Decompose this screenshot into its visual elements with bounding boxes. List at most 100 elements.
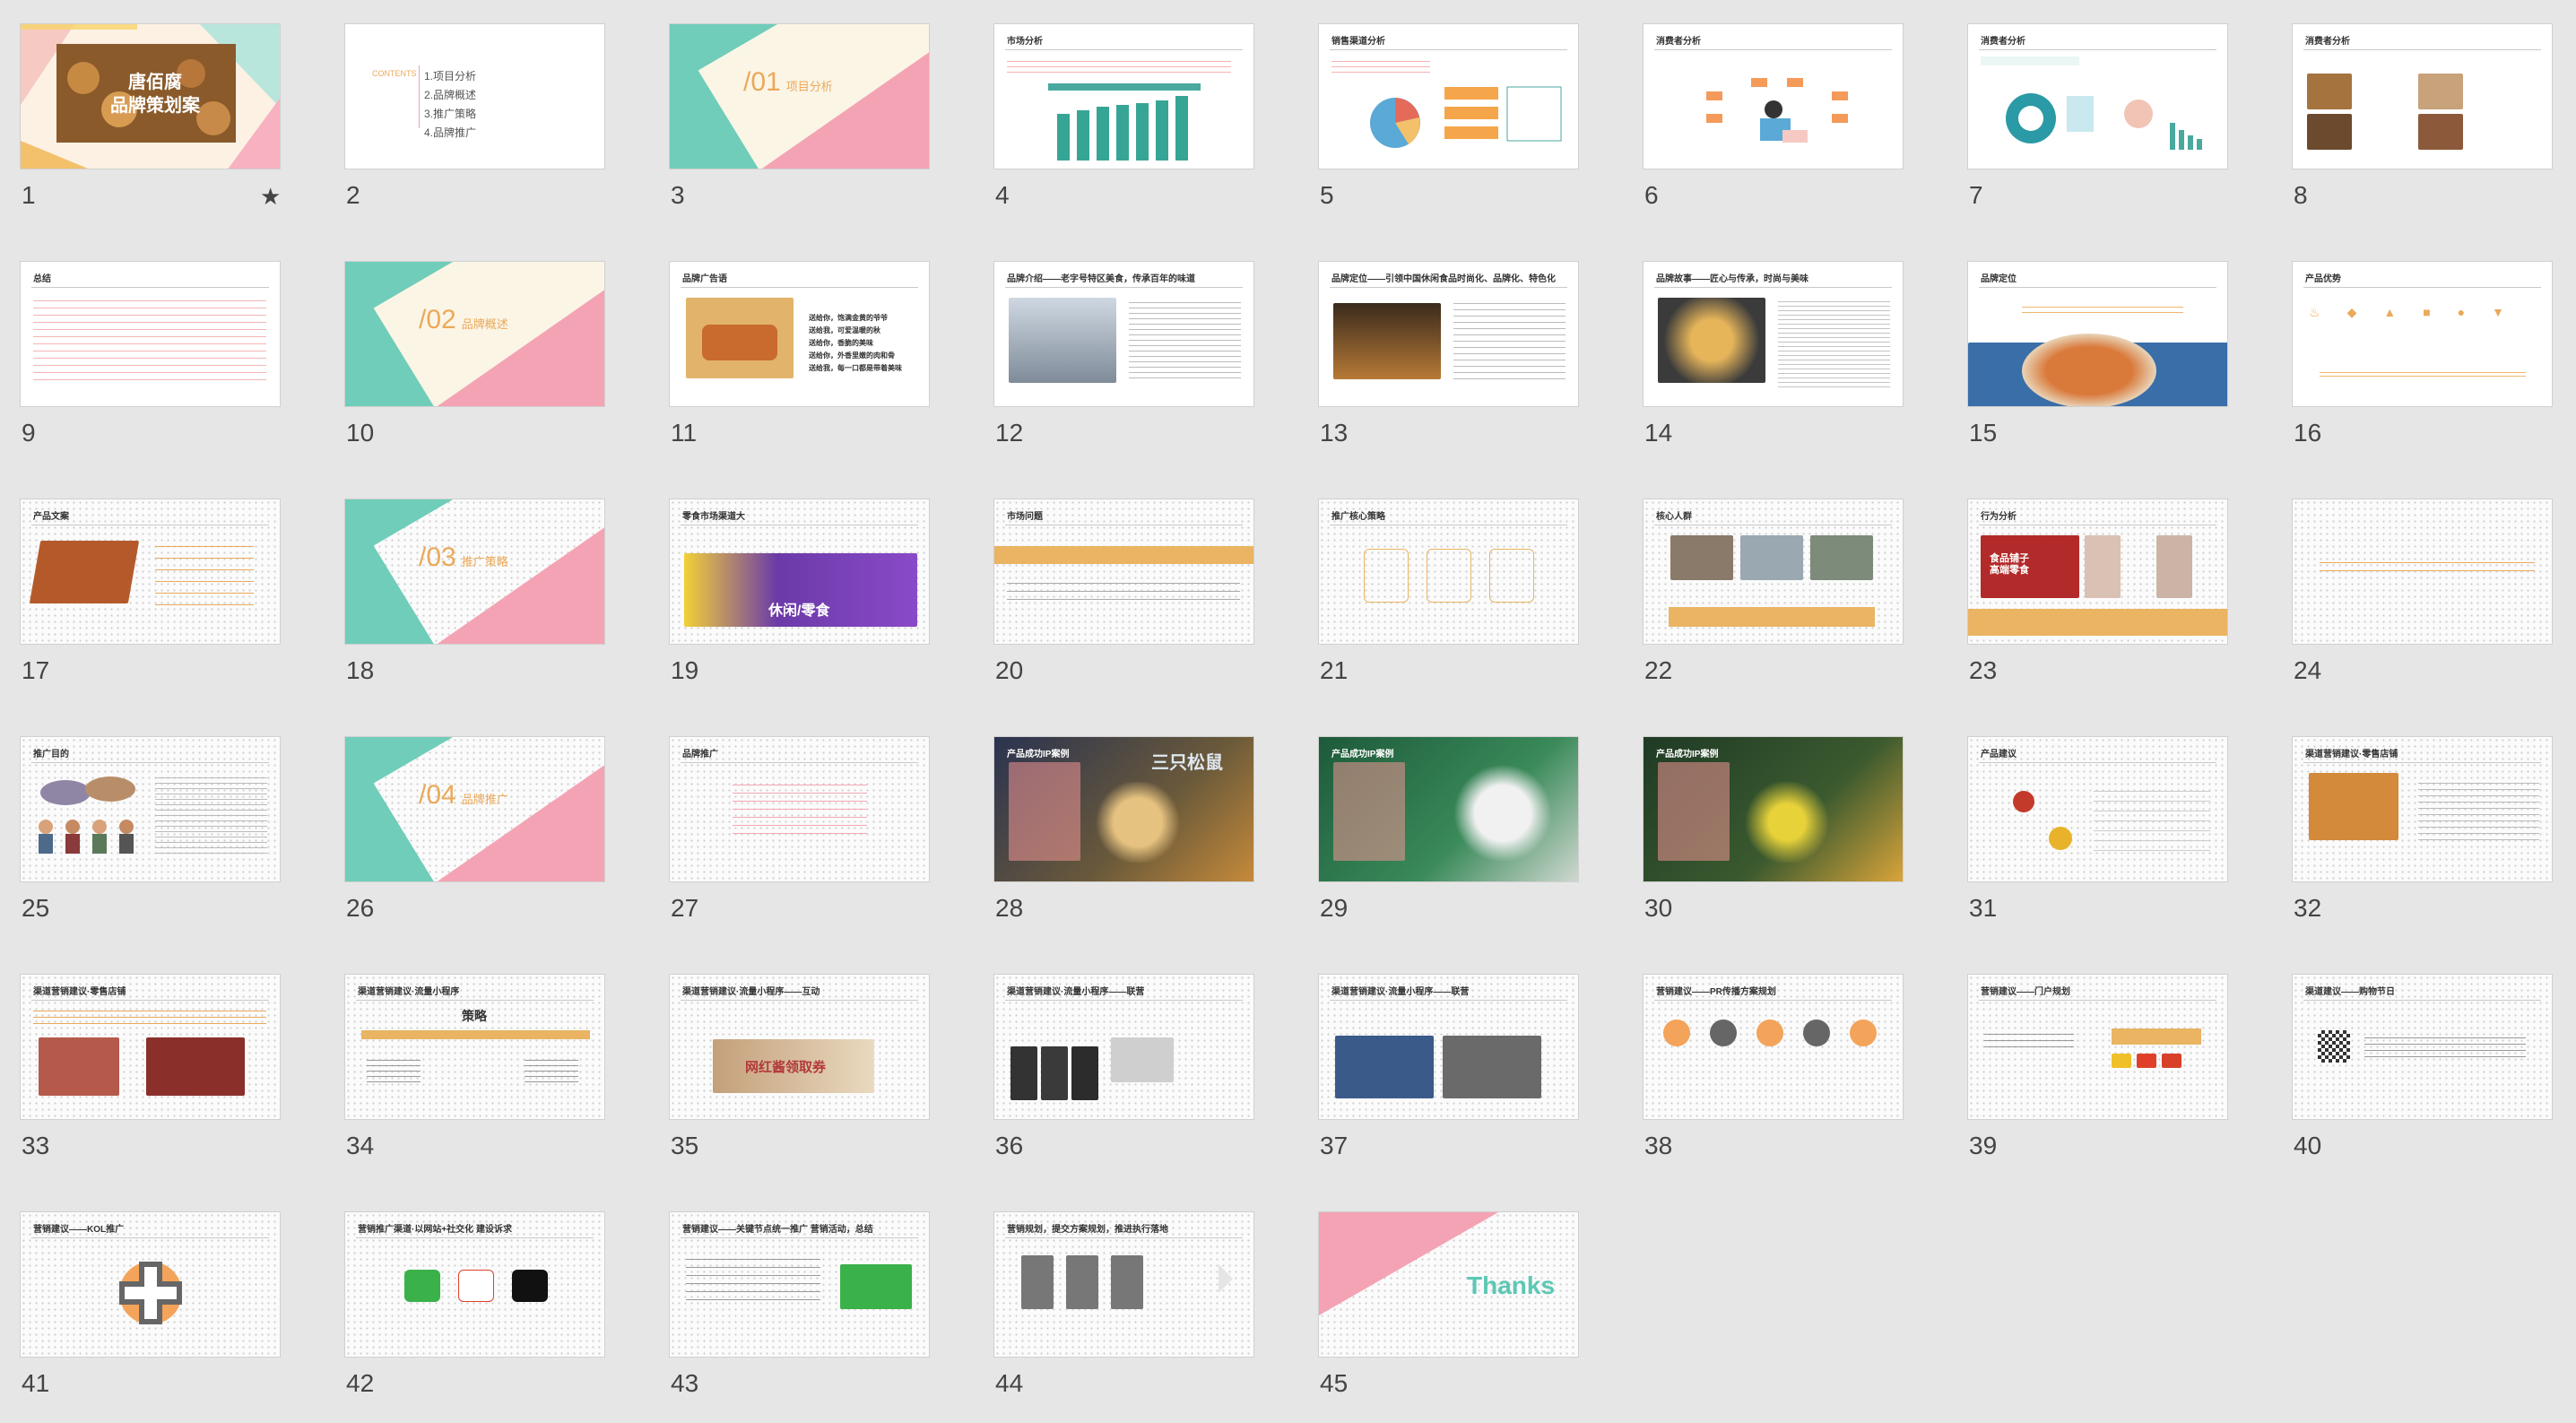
slide-thumbnail-15[interactable]: 品牌定位 [1967,261,2228,407]
slide-thumbnail-45[interactable]: Thanks [1318,1211,1579,1358]
contents-item: 2.品牌概述 [424,89,477,101]
slide-thumbnail-21[interactable]: 推广核心策略 [1318,499,1579,645]
slide-thumbnail-27[interactable]: 品牌推广 [669,736,930,882]
slide-cell-38[interactable]: 营销建议——PR传播方案规划 38 [1623,950,1904,1159]
slide-thumbnail-16[interactable]: 产品优势 ♨ ◆ ▲ ■ ● ▼ [2292,261,2553,407]
slide-cell-29[interactable]: 产品成功IP案例 29 [1298,713,1579,922]
slide-thumbnail-41[interactable]: 营销建议——KOL推广 [20,1211,281,1358]
slide-cell-12[interactable]: 品牌介绍——老字号特区美食，传承百年的味道 12 [974,238,1254,447]
slide-cell-14[interactable]: 品牌故事——匠心与传承，时尚与美味 14 [1623,238,1904,447]
slide-thumbnail-38[interactable]: 营销建议——PR传播方案规划 [1643,974,1904,1120]
slide-thumbnail-11[interactable]: 品牌广告语 送给你，饱满金黄的爷爷 送给我，可爱温暖的秋 送给你，香脆的美味 送… [669,261,930,407]
slide-thumbnail-9[interactable]: 总结 [20,261,281,407]
slide-number: 18 [346,656,375,684]
slide-cell-44[interactable]: 营销规划，提交方案规划，推进执行落地 44 [974,1188,1254,1397]
slide-thumbnail-20[interactable]: 市场问题 [993,499,1254,645]
slide-cell-39[interactable]: 营销建议——门户规划 39 [1947,950,2228,1159]
wechat-icon [404,1270,440,1302]
slide-cell-36[interactable]: 渠道营销建议·流量小程序——联营 36 [974,950,1254,1159]
slide-thumbnail-34[interactable]: 渠道营销建议·流量小程序 策略 [344,974,605,1120]
slide-cell-1[interactable]: 唐佰腐 品牌策划案 1 ★ [0,0,281,210]
slide-thumbnail-29[interactable]: 产品成功IP案例 [1318,736,1579,882]
slide-thumbnail-33[interactable]: 渠道营销建议·零售店铺 [20,974,281,1120]
slide-cell-27[interactable]: 品牌推广 27 [649,713,930,922]
slide-cell-33[interactable]: 渠道营销建议·零售店铺 33 [0,950,281,1159]
slide-cell-16[interactable]: 产品优势 ♨ ◆ ▲ ■ ● ▼ 16 [2272,238,2553,447]
slide-cell-37[interactable]: 渠道营销建议·流量小程序——联营 37 [1298,950,1579,1159]
slide-cell-35[interactable]: 渠道营销建议·流量小程序——互动 网红酱领取券 35 [649,950,930,1159]
slide-cell-42[interactable]: 营销推广渠道·以网站+社交化 建设诉求 42 [325,1188,605,1397]
slide-cell-40[interactable]: 渠道建议——购物节日 40 [2272,950,2553,1159]
food-photo [2022,334,2156,406]
slide-thumbnail-10[interactable]: /02 品牌概述 [344,261,605,407]
slide-cell-34[interactable]: 渠道营销建议·流量小程序 策略 34 [325,950,605,1159]
animation-star-icon: ★ [260,183,282,210]
slide-thumbnail-25[interactable]: 推广目的 [20,736,281,882]
slide-thumbnail-35[interactable]: 渠道营销建议·流量小程序——互动 网红酱领取券 [669,974,930,1120]
slide-cell-20[interactable]: 市场问题 20 [974,475,1254,684]
slide-cell-25[interactable]: 推广目的 25 [0,713,281,922]
slide-cell-22[interactable]: 核心人群 22 [1623,475,1904,684]
slide-cell-6[interactable]: 消费者分析 6 [1623,0,1904,209]
slide-thumbnail-6[interactable]: 消费者分析 [1643,23,1904,169]
advantage-icon: ■ [2423,305,2431,319]
slide-thumbnail-18[interactable]: /03 推广策略 [344,499,605,645]
slide-thumbnail-30[interactable]: 产品成功IP案例 [1643,736,1904,882]
slide-cell-18[interactable]: /03 推广策略 18 [325,475,605,684]
slide-cell-45[interactable]: Thanks 45 [1298,1188,1579,1397]
slide-thumbnail-5[interactable]: 销售渠道分析 [1318,23,1579,169]
slide-thumbnail-1[interactable]: 唐佰腐 品牌策划案 [20,23,281,169]
slide-cell-28[interactable]: 产品成功IP案例 三只松鼠 28 [974,713,1254,922]
slide-thumbnail-2[interactable]: CONTENTS 1.项目分析 2.品牌概述 3.推广策略 4.品牌推广 [344,23,605,169]
slide-thumbnail-43[interactable]: 营销建议——关键节点统一推广 营销活动，总结 [669,1211,930,1358]
slide-thumbnail-24[interactable] [2292,499,2553,645]
slide-cell-7[interactable]: 消费者分析 7 [1947,0,2228,209]
slide-cell-43[interactable]: 营销建议——关键节点统一推广 营销活动，总结 43 [649,1188,930,1397]
slide-cell-26[interactable]: /04 品牌推广 26 [325,713,605,922]
slide-thumbnail-36[interactable]: 渠道营销建议·流量小程序——联营 [993,974,1254,1120]
slide-title: 产品文案 [33,512,69,522]
slide-thumbnail-14[interactable]: 品牌故事——匠心与传承，时尚与美味 [1643,261,1904,407]
strategy-bar [361,1030,590,1039]
slide-thumbnail-44[interactable]: 营销规划，提交方案规划，推进执行落地 [993,1211,1254,1358]
slide-cell-24[interactable]: 24 [2272,475,2553,684]
slide-cell-3[interactable]: /01 项目分析 3 [649,0,930,209]
slide-thumbnail-7[interactable]: 消费者分析 [1967,23,2228,169]
slide-thumbnail-42[interactable]: 营销推广渠道·以网站+社交化 建设诉求 [344,1211,605,1358]
slide-cell-11[interactable]: 品牌广告语 送给你，饱满金黄的爷爷 送给我，可爱温暖的秋 送给你，香脆的美味 送… [649,238,930,447]
slide-cell-15[interactable]: 品牌定位 15 [1947,238,2228,447]
slide-thumbnail-26[interactable]: /04 品牌推广 [344,736,605,882]
slide-cell-41[interactable]: 营销建议——KOL推广 41 [0,1188,281,1397]
slide-thumbnail-32[interactable]: 渠道营销建议·零售店铺 [2292,736,2553,882]
slide-thumbnail-31[interactable]: 产品建议 [1967,736,2228,882]
slide-thumbnail-17[interactable]: 产品文案 [20,499,281,645]
slide-thumbnail-19[interactable]: 零食市场渠道大 休闲/零食 [669,499,930,645]
slide-thumbnail-37[interactable]: 渠道营销建议·流量小程序——联营 [1318,974,1579,1120]
slide-cell-9[interactable]: 总结 9 [0,238,281,447]
slide-cell-31[interactable]: 产品建议 31 [1947,713,2228,922]
slide-cell-32[interactable]: 渠道营销建议·零售店铺 32 [2272,713,2553,922]
slide-cell-19[interactable]: 零食市场渠道大 休闲/零食 19 [649,475,930,684]
slide-cell-8[interactable]: 消费者分析 8 [2272,0,2553,209]
slide-thumbnail-12[interactable]: 品牌介绍——老字号特区美食，传承百年的味道 [993,261,1254,407]
slide-cell-21[interactable]: 推广核心策略 21 [1298,475,1579,684]
slide-cell-30[interactable]: 产品成功IP案例 30 [1623,713,1904,922]
slide-thumbnail-39[interactable]: 营销建议——门户规划 [1967,974,2228,1120]
slide-cell-10[interactable]: /02 品牌概述 10 [325,238,605,447]
slide-cell-17[interactable]: 产品文案 17 [0,475,281,684]
contents-item: 3.推广策略 [424,108,477,120]
slide-thumbnail-3[interactable]: /01 项目分析 [669,23,930,169]
slide-thumbnail-22[interactable]: 核心人群 [1643,499,1904,645]
slide-thumbnail-28[interactable]: 产品成功IP案例 三只松鼠 [993,736,1254,882]
slide-thumbnail-8[interactable]: 消费者分析 [2292,23,2553,169]
slide-thumbnail-4[interactable]: 市场分析 [993,23,1254,169]
slide-thumbnail-23[interactable]: 行为分析 食品铺子 高端零食 [1967,499,2228,645]
slide-cell-13[interactable]: 品牌定位——引领中国休闲食品时尚化、品牌化、特色化 13 [1298,238,1579,447]
slide-cell-23[interactable]: 行为分析 食品铺子 高端零食 23 [1947,475,2228,684]
slide-cell-2[interactable]: CONTENTS 1.项目分析 2.品牌概述 3.推广策略 4.品牌推广 2 [325,0,605,209]
slide-cell-4[interactable]: 市场分析 4 [974,0,1254,209]
slide-thumbnail-13[interactable]: 品牌定位——引领中国休闲食品时尚化、品牌化、特色化 [1318,261,1579,407]
slide-cell-5[interactable]: 销售渠道分析 5 [1298,0,1579,209]
slide-thumbnail-40[interactable]: 渠道建议——购物节日 [2292,974,2553,1120]
consumer-illustration [1706,78,1848,143]
